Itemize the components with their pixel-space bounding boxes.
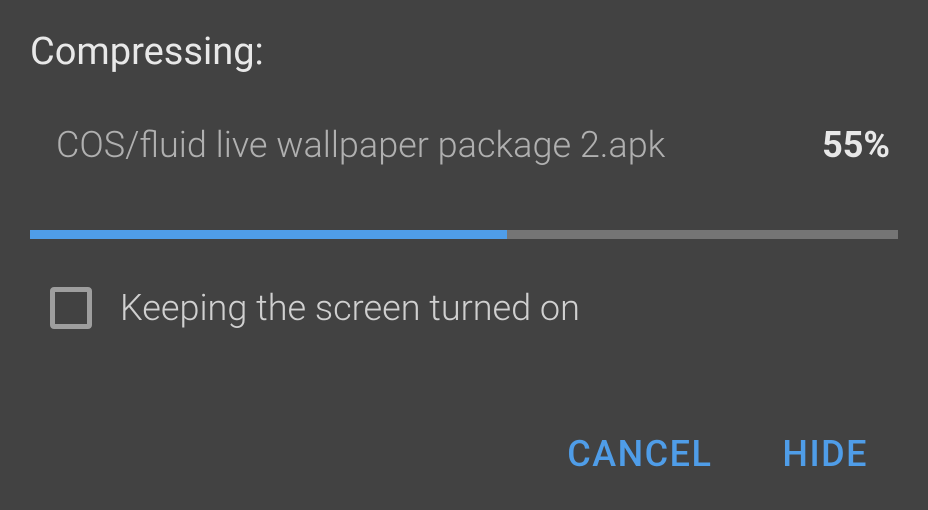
dialog-title: Compressing: (30, 30, 898, 74)
file-name: COS/fluid live wallpaper package 2.apk (56, 124, 665, 166)
compress-dialog: Compressing: COS/fluid live wallpaper pa… (0, 0, 928, 510)
progress-bar (30, 230, 898, 239)
cancel-button[interactable]: CANCEL (567, 433, 712, 475)
hide-button[interactable]: HIDE (782, 433, 868, 475)
checkbox-icon (50, 287, 92, 329)
keep-screen-checkbox[interactable]: Keeping the screen turned on (30, 287, 898, 329)
keep-screen-label: Keeping the screen turned on (120, 287, 580, 329)
file-progress-row: COS/fluid live wallpaper package 2.apk 5… (30, 124, 898, 166)
progress-percent-label: 55% (822, 124, 890, 166)
dialog-buttons: CANCEL HIDE (30, 433, 898, 485)
progress-bar-fill (30, 230, 507, 239)
